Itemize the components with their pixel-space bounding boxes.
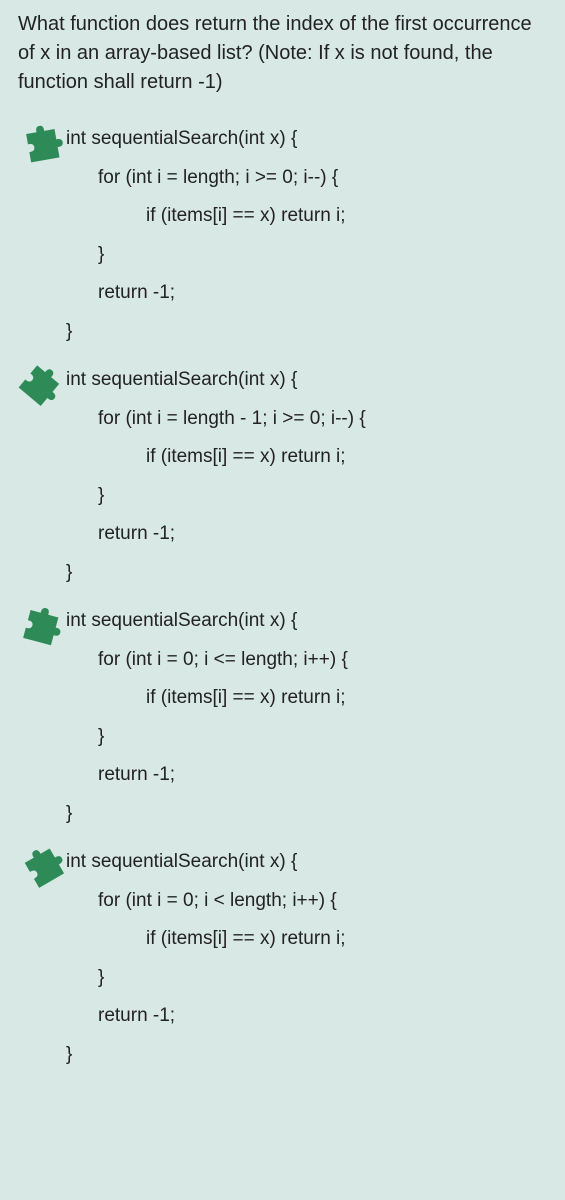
code-line: } (66, 559, 547, 588)
code-line: return -1; (66, 520, 547, 549)
puzzle-piece-icon (18, 117, 66, 165)
code-block: int sequentialSearch(int x) { for (int i … (18, 607, 547, 828)
code-line: if (items[i] == x) return i; (66, 443, 547, 472)
puzzle-piece-icon (18, 840, 66, 888)
code-line: if (items[i] == x) return i; (66, 925, 547, 954)
question-text: What function does return the index of t… (18, 10, 547, 97)
puzzle-piece-icon (18, 358, 66, 406)
code-line: int sequentialSearch(int x) { (66, 848, 547, 877)
answer-option[interactable]: int sequentialSearch(int x) { for (int i … (18, 366, 547, 587)
code-line: if (items[i] == x) return i; (66, 684, 547, 713)
answer-option[interactable]: int sequentialSearch(int x) { for (int i … (18, 848, 547, 1069)
code-line: } (66, 723, 547, 752)
answer-option[interactable]: int sequentialSearch(int x) { for (int i … (18, 125, 547, 346)
code-line: int sequentialSearch(int x) { (66, 366, 547, 395)
answer-option[interactable]: int sequentialSearch(int x) { for (int i … (18, 607, 547, 828)
code-line: int sequentialSearch(int x) { (66, 125, 547, 154)
code-line: return -1; (66, 761, 547, 790)
code-line: } (66, 1041, 547, 1070)
code-block: int sequentialSearch(int x) { for (int i … (18, 366, 547, 587)
code-line: } (66, 318, 547, 347)
code-line: for (int i = length; i >= 0; i--) { (66, 164, 547, 193)
code-line: } (66, 964, 547, 993)
code-line: } (66, 241, 547, 270)
code-block: int sequentialSearch(int x) { for (int i … (18, 848, 547, 1069)
puzzle-piece-icon (18, 599, 66, 647)
code-line: } (66, 800, 547, 829)
code-line: int sequentialSearch(int x) { (66, 607, 547, 636)
code-line: return -1; (66, 279, 547, 308)
code-block: int sequentialSearch(int x) { for (int i … (18, 125, 547, 346)
code-line: for (int i = 0; i <= length; i++) { (66, 646, 547, 675)
code-line: for (int i = 0; i < length; i++) { (66, 887, 547, 916)
code-line: } (66, 482, 547, 511)
code-line: for (int i = length - 1; i >= 0; i--) { (66, 405, 547, 434)
code-line: return -1; (66, 1002, 547, 1031)
code-line: if (items[i] == x) return i; (66, 202, 547, 231)
